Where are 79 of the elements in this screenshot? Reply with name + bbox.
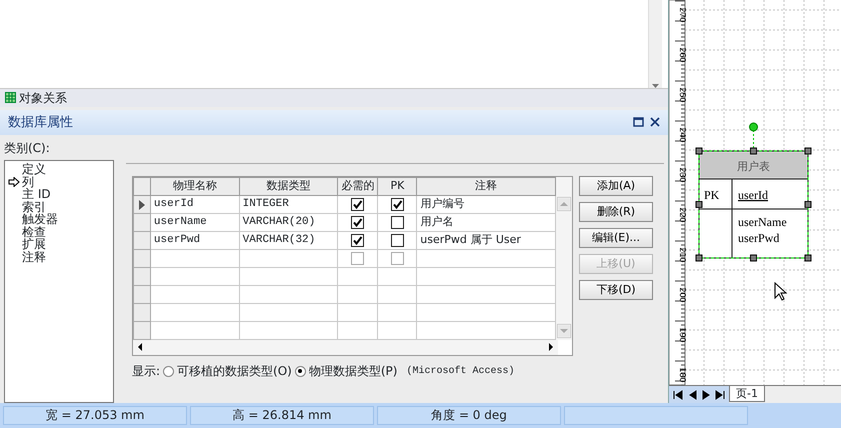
column-header[interactable]: PK: [378, 178, 417, 196]
resize-handle[interactable]: [750, 254, 757, 262]
status-field: 角度 = 0 deg: [377, 406, 561, 425]
ruler-label: 270: [678, 7, 687, 23]
table-cell: 用户编号: [416, 196, 556, 214]
status-field: 宽 = 27.053 mm: [3, 406, 187, 425]
radio-button[interactable]: [294, 366, 306, 376]
resize-handle[interactable]: [804, 254, 812, 262]
table-cell: 用户名: [416, 214, 556, 232]
checkbox[interactable]: [351, 234, 364, 247]
column-header[interactable]: 数据类型: [239, 178, 338, 196]
column-header[interactable]: 必需的: [338, 178, 378, 196]
resize-handle[interactable]: [750, 148, 757, 154]
maximize-icon[interactable]: [633, 117, 644, 128]
action-button[interactable]: 编辑(E)...: [579, 228, 653, 248]
table-cell: userPwd 属于 User: [416, 232, 556, 250]
key-label: PK: [704, 188, 720, 202]
table-cell: VARCHAR(20): [239, 214, 338, 232]
rotation-handle[interactable]: [749, 122, 758, 132]
resize-handle[interactable]: [696, 201, 702, 208]
ruler-label: 220: [678, 207, 687, 223]
checkbox[interactable]: [390, 198, 404, 211]
table-cell: userName: [150, 214, 240, 232]
category-item[interactable]: 定义: [22, 163, 46, 176]
column-header[interactable]: 物理名称: [150, 178, 240, 196]
action-button[interactable]: 删除(R): [579, 202, 653, 222]
resize-handle[interactable]: [804, 201, 812, 208]
tab-label[interactable]: 对象关系: [19, 88, 67, 107]
category-item[interactable]: 触发器: [22, 213, 58, 226]
checkbox[interactable]: [390, 216, 404, 229]
radio-label[interactable]: 物理数据类型(P): [308, 362, 398, 380]
scrollbar[interactable]: [648, 0, 662, 88]
category-item[interactable]: 主 ID: [22, 188, 51, 200]
ruler-label: 190: [678, 327, 687, 343]
last-page-icon[interactable]: [715, 388, 725, 400]
entity-field: userPwd: [738, 231, 780, 245]
ruler-label: 260: [678, 47, 687, 63]
checkbox[interactable]: [351, 198, 364, 211]
entity-table[interactable]: [698, 150, 808, 258]
category-item[interactable]: 列: [22, 176, 34, 188]
category-item[interactable]: 扩展: [22, 238, 46, 250]
resize-handle[interactable]: [696, 148, 702, 154]
category-item[interactable]: 注释: [22, 250, 46, 263]
ruler-label: 250: [678, 87, 687, 103]
close-icon[interactable]: [650, 117, 660, 128]
ruler-label: 240: [678, 127, 687, 143]
category-item[interactable]: 检查: [22, 226, 46, 238]
radio-label[interactable]: 可移植的数据类型(O): [177, 362, 292, 380]
database-note: (Microsoft Access): [406, 364, 514, 378]
next-page-icon[interactable]: [701, 388, 711, 400]
panel-title: 数据库属性: [8, 114, 73, 132]
category-label: 类别(C):: [4, 140, 51, 157]
table-cell: VARCHAR(32): [239, 232, 338, 250]
action-button[interactable]: 添加(A): [579, 176, 653, 196]
key-field: userId: [738, 188, 768, 202]
status-field: 高 = 26.814 mm: [190, 406, 374, 425]
action-button[interactable]: 下移(D): [579, 280, 653, 300]
checkbox[interactable]: [390, 234, 404, 247]
ruler-label: 210: [678, 247, 687, 263]
entity-title: 用户表: [737, 160, 770, 173]
table-cell: userPwd: [150, 232, 240, 250]
category-item[interactable]: 索引: [22, 200, 46, 213]
ruler-label: 180: [678, 367, 687, 383]
table-icon: [5, 92, 16, 104]
display-label: 显示:: [132, 363, 160, 380]
column-header[interactable]: 注释: [416, 178, 556, 196]
table-cell: INTEGER: [239, 196, 338, 214]
entity-field: userName: [738, 215, 787, 229]
checkbox[interactable]: [351, 216, 364, 229]
table-cell: userId: [150, 196, 240, 214]
ruler-label: 200: [678, 287, 687, 303]
previous-page-icon[interactable]: [687, 388, 697, 400]
ruler-label: 230: [678, 167, 687, 183]
radio-button[interactable]: [163, 366, 174, 376]
page-tab[interactable]: 页-1: [729, 386, 765, 402]
mouse-cursor: [774, 282, 788, 301]
resize-handle[interactable]: [804, 148, 812, 154]
first-page-icon[interactable]: [673, 388, 683, 400]
resize-handle[interactable]: [696, 254, 702, 262]
